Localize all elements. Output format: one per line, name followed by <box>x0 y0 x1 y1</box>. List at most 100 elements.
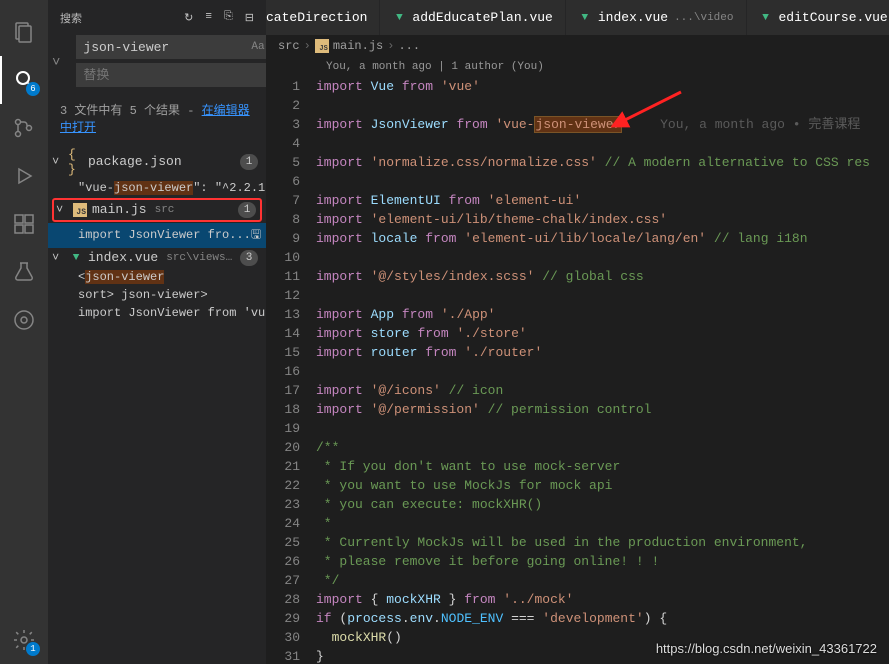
refresh-icon[interactable]: ↻ <box>184 11 193 25</box>
line-number: 3 <box>266 115 300 134</box>
editor-tab[interactable]: ▼addEducatePlan.vue <box>380 0 565 35</box>
code-content[interactable]: import Vue from 'vue' import JsonViewer f… <box>316 77 889 664</box>
code-line[interactable] <box>316 248 889 267</box>
replace-toggle[interactable]: ˅ <box>50 55 62 71</box>
line-number: 28 <box>266 590 300 609</box>
chevron-down-icon: ˅ <box>56 203 68 217</box>
line-number: 11 <box>266 267 300 286</box>
code-line[interactable]: * please remove it before going online! … <box>316 552 889 571</box>
activity-explorer[interactable] <box>0 8 48 56</box>
code-line[interactable]: * <box>316 514 889 533</box>
git-blame: You, a month ago • 完善课程 <box>660 117 860 132</box>
code-line[interactable] <box>316 286 889 305</box>
chevron-right-icon: › <box>304 39 311 53</box>
line-number: 16 <box>266 362 300 381</box>
result-filename: index.vue <box>88 250 158 265</box>
line-number: 31 <box>266 647 300 664</box>
result-file[interactable]: ˅{ }package.json1 <box>48 145 266 179</box>
code-line[interactable]: import ElementUI from 'element-ui' <box>316 191 889 210</box>
code-line[interactable]: /** <box>316 438 889 457</box>
json-icon: { } <box>68 147 84 177</box>
breadcrumb-item[interactable]: main.js <box>333 39 383 53</box>
line-number: 7 <box>266 191 300 210</box>
code-line[interactable]: import JsonViewer from 'vue-json-viewer'… <box>316 115 889 134</box>
code-line[interactable]: import { mockXHR } from '../mock' <box>316 590 889 609</box>
code-line[interactable]: import locale from 'element-ui/lib/local… <box>316 229 889 248</box>
activity-debug[interactable] <box>0 152 48 200</box>
vue-icon: ▼ <box>578 12 592 24</box>
code-line[interactable]: import Vue from 'vue' <box>316 77 889 96</box>
line-number: 19 <box>266 419 300 438</box>
code-line[interactable]: * you can execute: mockXHR() <box>316 495 889 514</box>
code-line[interactable]: import '@/styles/index.scss' // global c… <box>316 267 889 286</box>
activity-settings[interactable]: 1 <box>0 616 48 664</box>
code-line[interactable]: if (process.env.NODE_ENV === 'developmen… <box>316 609 889 628</box>
code-line[interactable] <box>316 134 889 153</box>
code-line[interactable]: * Currently MockJs will be used in the p… <box>316 533 889 552</box>
activity-bar: 6 1 <box>0 0 48 664</box>
collapse-icon[interactable]: ⊟ <box>245 11 254 25</box>
line-number: 1 <box>266 77 300 96</box>
editor-tab[interactable]: ▼index.vue...\video <box>566 0 747 35</box>
git-codelens[interactable]: You, a month ago | 1 author (You) <box>266 57 889 77</box>
newsearch-icon[interactable]: ⎘ <box>224 11 233 25</box>
search-badge: 6 <box>26 82 40 96</box>
code-line[interactable]: import '@/permission' // permission cont… <box>316 400 889 419</box>
sidebar-title: 搜索 <box>60 10 82 26</box>
case-sensitive-toggle[interactable]: Aa <box>251 41 264 53</box>
chevron-down-icon: ˅ <box>52 155 64 169</box>
line-number: 21 <box>266 457 300 476</box>
result-match[interactable]: <json-viewer <box>48 268 266 286</box>
result-match[interactable]: "vue-json-viewer": "^2.2.11", <box>48 179 266 197</box>
code-line[interactable]: import 'normalize.css/normalize.css' // … <box>316 153 889 172</box>
line-number: 22 <box>266 476 300 495</box>
settings-badge: 1 <box>26 642 40 656</box>
line-number: 29 <box>266 609 300 628</box>
line-gutter: 1234567891011121314151617181920212223242… <box>266 77 316 664</box>
breadcrumb[interactable]: src › JS main.js › ... <box>266 35 889 57</box>
result-file[interactable]: ˅▼index.vuesrc\views\gradu...3 <box>48 248 266 268</box>
code-line[interactable]: import router from './router' <box>316 343 889 362</box>
breadcrumb-item[interactable]: src <box>278 39 300 53</box>
sidebar-header: 搜索 ↻ ≡ ⎘ ⊟ <box>48 0 266 35</box>
result-filename: main.js <box>92 202 147 217</box>
line-number: 4 <box>266 134 300 153</box>
js-icon: JS <box>315 39 329 53</box>
line-number: 27 <box>266 571 300 590</box>
activity-extensions[interactable] <box>0 200 48 248</box>
code-line[interactable] <box>316 419 889 438</box>
code-line[interactable]: * you want to use MockJs for mock api <box>316 476 889 495</box>
code-line[interactable]: import '@/icons' // icon <box>316 381 889 400</box>
code-line[interactable] <box>316 362 889 381</box>
js-icon: JS <box>72 203 88 217</box>
code-line[interactable]: import App from './App' <box>316 305 889 324</box>
editor-tabs: cateDirection▼addEducatePlan.vue ▼ index.v… <box>266 0 889 35</box>
code-editor[interactable]: 1234567891011121314151617181920212223242… <box>266 77 889 664</box>
code-line[interactable]: * If you don't want to use mock-server <box>316 457 889 476</box>
watermark: https://blog.csdn.net/weixin_43361722 <box>656 641 877 656</box>
code-line[interactable]: import 'element-ui/lib/theme-chalk/index… <box>316 210 889 229</box>
line-number: 14 <box>266 324 300 343</box>
editor-tab[interactable]: ▼editCourse.vue <box>747 0 889 35</box>
code-line[interactable] <box>316 96 889 115</box>
clear-icon[interactable]: ≡ <box>205 11 212 25</box>
save-icon[interactable]: 🖫 <box>251 225 261 246</box>
editor-tab[interactable]: cateDirection <box>266 0 380 35</box>
code-line[interactable]: */ <box>316 571 889 590</box>
activity-testing[interactable] <box>0 248 48 296</box>
chevron-down-icon: ˅ <box>52 251 64 265</box>
code-line[interactable]: import store from './store' <box>316 324 889 343</box>
line-number: 12 <box>266 286 300 305</box>
replace-input[interactable] <box>83 68 281 83</box>
tab-label: index.vue <box>598 10 668 25</box>
activity-other[interactable] <box>0 296 48 344</box>
activity-scm[interactable] <box>0 104 48 152</box>
result-match[interactable]: import JsonViewer fro...🖫✕ <box>48 223 266 248</box>
activity-search[interactable]: 6 <box>0 56 48 104</box>
breadcrumb-item[interactable]: ... <box>398 39 420 53</box>
result-match[interactable]: import JsonViewer from 'vue-jso... <box>48 304 266 322</box>
search-input[interactable] <box>83 40 251 55</box>
code-line[interactable] <box>316 172 889 191</box>
result-file[interactable]: ˅JSmain.jssrc1 <box>52 198 262 222</box>
result-match[interactable]: sort> json-viewer> <box>48 286 266 304</box>
